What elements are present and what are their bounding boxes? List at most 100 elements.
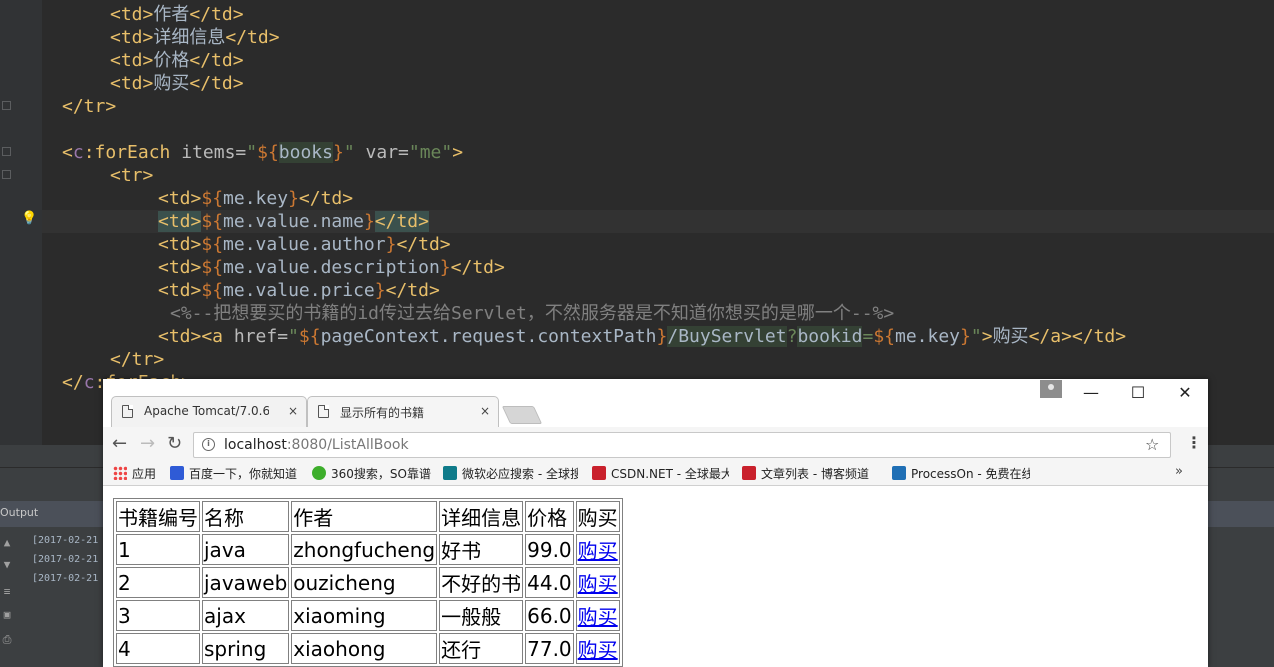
- column-header: 价格: [525, 501, 574, 532]
- processon-icon: [892, 466, 906, 480]
- browser-toolbar: ← → ↻ i localhost:8080/ListAllBook ☆ ⋮: [103, 427, 1208, 461]
- table-cell: spring: [202, 633, 290, 664]
- code-line: <td>${me.key}</td>: [62, 187, 1126, 210]
- code-token: </a></td>: [1028, 326, 1127, 347]
- reload-icon[interactable]: ↻: [167, 433, 182, 454]
- forward-icon[interactable]: →: [140, 433, 155, 454]
- bookmark-label: 360搜索，SO靠谱: [331, 467, 431, 481]
- info-icon[interactable]: i: [202, 438, 215, 451]
- table-cell: 还行: [439, 633, 524, 664]
- code-token: <td>: [158, 280, 202, 301]
- code-token: </td>: [374, 211, 429, 232]
- code-token: }: [363, 211, 375, 232]
- url-text[interactable]: localhost:8080/ListAllBook: [224, 437, 409, 453]
- tab-all-books[interactable]: 显示所有的书籍 ×: [307, 396, 499, 427]
- code-token: }: [960, 326, 971, 347]
- apps-icon: [113, 466, 127, 480]
- bookmark-star-icon[interactable]: ☆: [1145, 435, 1159, 454]
- code-token: <td>: [110, 73, 154, 94]
- code-token: bookid: [797, 326, 863, 347]
- lightbulb-icon[interactable]: 💡: [21, 211, 37, 226]
- buy-link[interactable]: 购买: [578, 605, 618, 629]
- fold-marker[interactable]: [2, 101, 11, 110]
- column-header: 购买: [575, 501, 620, 532]
- table-cell: ajax: [202, 600, 290, 631]
- code-token: >: [452, 142, 464, 163]
- csdn-icon: [592, 466, 606, 480]
- code-token: books: [278, 142, 333, 163]
- code-token: ": [288, 326, 299, 347]
- code-token: ": [970, 326, 982, 347]
- code-token: /BuyServlet: [667, 326, 787, 347]
- tab-title: 显示所有的书籍: [340, 406, 425, 420]
- new-tab-button[interactable]: [501, 406, 543, 424]
- code-line: <td>${me.value.price}</td>: [62, 279, 1126, 302]
- bookmark-360[interactable]: 360搜索，SO靠谱: [312, 465, 431, 482]
- maximize-button[interactable]: ☐: [1123, 383, 1153, 402]
- code-token: ${: [298, 326, 321, 347]
- code-token: </td>: [189, 73, 244, 94]
- up-arrow-icon[interactable]: ▲: [0, 536, 14, 550]
- table-cell: xiaoming: [291, 600, 438, 631]
- code-token: <td>: [110, 4, 154, 25]
- menu-icon[interactable]: ⋮: [1186, 433, 1202, 452]
- print-icon[interactable]: ⎙: [0, 633, 14, 647]
- down-arrow-icon[interactable]: ▼: [0, 558, 14, 572]
- code-token: =: [862, 326, 874, 347]
- bookmark-csdn[interactable]: CSDN.NET - 全球最大: [592, 465, 729, 482]
- address-bar[interactable]: i localhost:8080/ListAllBook ☆: [193, 432, 1171, 458]
- code-token: ": [246, 142, 258, 163]
- column-header: 名称: [202, 501, 290, 532]
- code-line: <tr>: [62, 164, 1126, 187]
- baidu-icon: [170, 466, 184, 480]
- close-button[interactable]: ✕: [1170, 383, 1200, 402]
- fold-marker[interactable]: [2, 170, 11, 179]
- code-line: <td>${me.value.author}</td>: [62, 233, 1126, 256]
- table-row: 4 spring xiaohong 还行 77.0 购买: [116, 633, 620, 664]
- buy-link[interactable]: 购买: [578, 539, 618, 563]
- output-label[interactable]: Output: [0, 506, 38, 519]
- code-token: ${: [873, 326, 895, 347]
- code-token: <%--把想要买的书籍的id传过去给Servlet，不然服务器是不知道你想买的是…: [170, 303, 895, 324]
- table-cell: 购买: [575, 534, 620, 565]
- page-content: 书籍编号 名称 作者 详细信息 价格 购买 1 java zhongfucheng 好书 99.0 购…: [103, 486, 1208, 667]
- code-line: <%--把想要买的书籍的id传过去给Servlet，不然服务器是不知道你想买的是…: [62, 302, 1126, 325]
- bookmarks-more-icon[interactable]: »: [1175, 464, 1183, 479]
- minimize-button[interactable]: —: [1076, 383, 1106, 402]
- code-token: me.value.name: [223, 211, 364, 232]
- code-token: ${: [201, 280, 224, 301]
- bookmark-label: ProcessOn - 免费在线: [911, 467, 1030, 481]
- back-icon[interactable]: ←: [112, 433, 127, 454]
- tab-close-icon[interactable]: ×: [288, 404, 298, 418]
- table-row: 3 ajax xiaoming 一般般 66.0 购买: [116, 600, 620, 631]
- bookmark-bing[interactable]: 微软必应搜索 - 全球搜: [443, 465, 578, 482]
- bookmark-label: CSDN.NET - 全球最大: [611, 467, 729, 481]
- code-token: c: [83, 372, 95, 393]
- tab-close-icon[interactable]: ×: [480, 404, 490, 418]
- code-token: me.value.description: [223, 257, 440, 278]
- fold-marker[interactable]: [2, 147, 11, 156]
- page-icon: [122, 405, 133, 418]
- profile-icon[interactable]: [1040, 380, 1062, 398]
- table-row: 1 java zhongfucheng 好书 99.0 购买: [116, 534, 620, 565]
- column-header: 详细信息: [439, 501, 524, 532]
- code-token: href=: [233, 326, 289, 347]
- tab-apache-tomcat[interactable]: Apache Tomcat/7.0.6 ×: [111, 396, 307, 427]
- bookmark-processon[interactable]: ProcessOn - 免费在线: [892, 465, 1030, 482]
- table-cell: zhongfucheng: [291, 534, 438, 565]
- buy-link[interactable]: 购买: [578, 572, 618, 596]
- bookmark-apps[interactable]: 应用: [113, 465, 156, 482]
- bookmark-label: 应用: [132, 467, 157, 481]
- so360-icon: [312, 466, 326, 480]
- log-line: [2017-02-21: [32, 554, 99, 565]
- bookmark-baidu[interactable]: 百度一下，你就知道: [170, 465, 297, 482]
- wrap-icon[interactable]: ≡: [0, 585, 14, 599]
- table-cell: 购买: [575, 567, 620, 598]
- code-token: </td>: [385, 280, 440, 301]
- code-token: me.key: [223, 188, 289, 209]
- scroll-lock-icon[interactable]: ▣: [0, 608, 14, 622]
- code-token: ${: [201, 234, 224, 255]
- buy-link[interactable]: 购买: [578, 638, 618, 662]
- books-table: 书籍编号 名称 作者 详细信息 价格 购买 1 java zhongfucheng 好书 99.0 购…: [113, 498, 623, 667]
- bookmark-csdn-blog[interactable]: 文章列表 - 博客频道: [742, 465, 869, 482]
